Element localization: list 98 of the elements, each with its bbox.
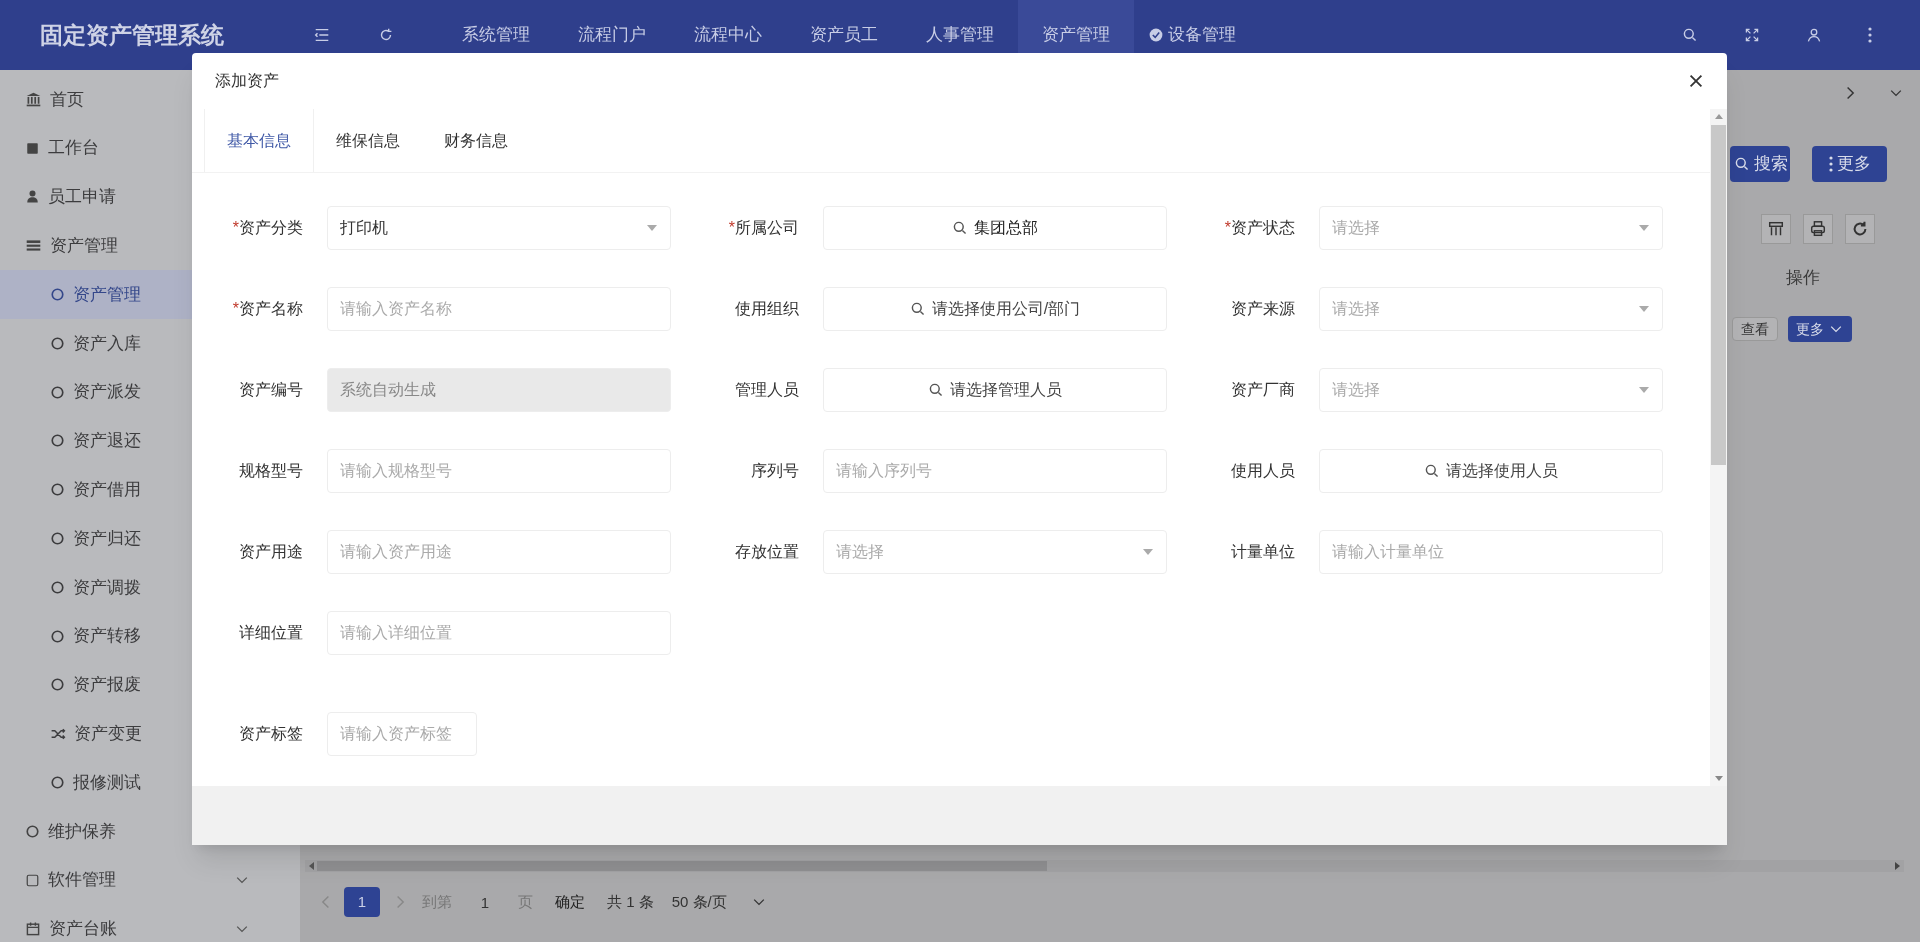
search-icon (952, 220, 968, 236)
field-label: 资产厂商 (1230, 380, 1295, 400)
columns-button[interactable] (1761, 214, 1791, 244)
field-label: 详细位置 (238, 623, 303, 643)
caret-icon (1638, 224, 1650, 232)
search-icon (909, 301, 926, 317)
lookup-field[interactable]: 请选择使用公司/部门 (823, 287, 1167, 331)
more-icon (1828, 156, 1833, 172)
page-input[interactable]: 1 (460, 888, 510, 916)
columns-icon (1767, 220, 1785, 238)
sidebar-item[interactable]: 维护保养 (0, 806, 300, 856)
tab[interactable]: 基本信息 (204, 109, 314, 172)
reload-icon (1851, 220, 1869, 238)
nav-tab[interactable]: 设备管理 (1134, 0, 1250, 70)
more-icon[interactable] (1868, 27, 1872, 43)
total-count: 共 1 条 (607, 891, 654, 912)
search-icon[interactable] (1682, 27, 1698, 43)
scrollbar[interactable] (305, 860, 1904, 872)
field-label: 计量单位 (1230, 542, 1295, 562)
user-icon[interactable] (1806, 27, 1822, 43)
caret-icon (1638, 386, 1650, 394)
input-field[interactable]: 请输入资产标签 (327, 712, 477, 756)
search-button[interactable]: 搜索 (1730, 146, 1790, 182)
field-label: 存放位置 (734, 542, 799, 562)
tab[interactable]: 维保信息 (314, 109, 422, 172)
sidebar-item[interactable]: 软件管理 (0, 855, 300, 905)
box-icon (25, 872, 40, 888)
circle-icon (50, 628, 65, 644)
printer-icon (1809, 220, 1827, 238)
confirm-button[interactable]: 确定 (555, 890, 585, 914)
circle-icon (50, 433, 65, 449)
search-icon (1424, 463, 1440, 479)
more-button[interactable]: 更多 (1812, 146, 1887, 182)
circle-icon (50, 775, 65, 791)
search-icon (928, 382, 944, 398)
field-label: 资产来源 (1230, 299, 1295, 319)
field-label: *所属公司 (727, 218, 799, 238)
field-label: 序列号 (750, 461, 799, 481)
person-icon (25, 189, 40, 205)
field-label: *资产状态 (1223, 218, 1295, 238)
field-label: 管理人员 (734, 380, 799, 400)
up-arrow-icon[interactable] (1713, 113, 1724, 119)
caret-icon (1142, 548, 1154, 556)
tab[interactable]: 财务信息 (422, 109, 530, 172)
column-header: 操作 (1786, 267, 1820, 290)
input-field[interactable]: 请输入规格型号 (327, 449, 671, 493)
close-icon[interactable] (1687, 72, 1705, 90)
reload-button[interactable] (1845, 214, 1875, 244)
lookup-field[interactable]: 集团总部 (823, 206, 1167, 250)
sidebar-subitem[interactable]: 资产调拨 (0, 562, 300, 612)
circle-icon (50, 335, 65, 351)
square-icon (25, 140, 40, 156)
sidebar-item[interactable]: 资产台账 (0, 904, 300, 942)
circle-icon (50, 677, 65, 693)
printer-button[interactable] (1803, 214, 1833, 244)
field-label: 资产编号 (238, 380, 303, 400)
down-arrow-icon[interactable] (1713, 776, 1724, 782)
circle-icon (50, 287, 65, 303)
more-button[interactable]: 更多 (1788, 316, 1852, 342)
view-button[interactable]: 查看 (1732, 317, 1778, 341)
lookup-field[interactable]: 请选择使用人员 (1319, 449, 1663, 493)
circle-icon (50, 531, 65, 547)
circle-icon (50, 579, 65, 595)
input-field[interactable]: 请输入序列号 (823, 449, 1167, 493)
sidebar-subitem[interactable]: 资产报废 (0, 660, 300, 710)
scrollbar[interactable] (1710, 109, 1727, 786)
input-field[interactable]: 请输入计量单位 (1319, 530, 1663, 574)
field-label: *资产名称 (231, 299, 303, 319)
calendar-icon (25, 920, 41, 937)
search-icon (1734, 156, 1750, 172)
circle-icon (50, 482, 65, 498)
input-field[interactable]: 请输入详细位置 (327, 611, 671, 655)
input-field[interactable]: 请输入资产用途 (327, 530, 671, 574)
page-size-select[interactable]: 50 条/页 (671, 890, 767, 914)
check-circle-icon (1148, 27, 1164, 43)
sidebar-subitem[interactable]: 资产入库 (0, 319, 300, 368)
circle-icon (25, 823, 40, 839)
field-label: *资产分类 (231, 218, 303, 238)
left-arrow-icon[interactable] (308, 861, 314, 871)
input-field[interactable]: 请输入资产名称 (327, 287, 671, 331)
sidebar-subitem[interactable]: 报修测试 (0, 758, 300, 807)
select-field[interactable]: 打印机 (327, 206, 671, 250)
caret-icon (646, 224, 658, 232)
field-label: 规格型号 (238, 461, 303, 481)
page-button[interactable]: 1 (344, 887, 380, 917)
right-arrow-icon[interactable] (1895, 861, 1901, 871)
lookup-field[interactable]: 请选择管理人员 (823, 368, 1167, 412)
app-logo: 固定资产管理系统 (39, 20, 225, 50)
field-label: 资产用途 (238, 542, 303, 562)
dialog-title: 添加资产 (215, 71, 279, 91)
input-field: 系统自动生成 (327, 368, 671, 412)
bank-icon (25, 90, 42, 108)
caret-icon (1638, 305, 1650, 313)
fullscreen-icon[interactable] (1744, 27, 1760, 43)
field-label: 资产标签 (238, 724, 303, 744)
field-label: 使用人员 (1230, 461, 1295, 481)
field-label: 使用组织 (734, 299, 799, 319)
circle-icon (50, 384, 65, 400)
